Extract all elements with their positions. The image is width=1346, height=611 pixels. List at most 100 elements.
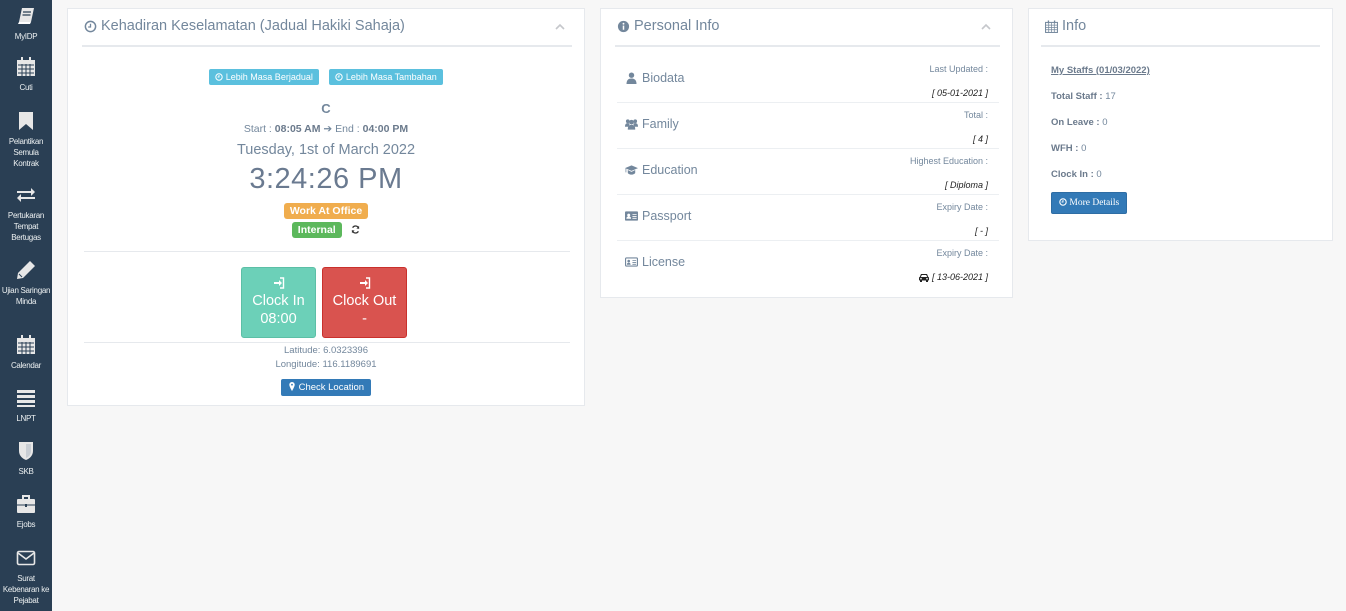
row-meta: Last Updated : — [929, 64, 988, 74]
stat-value: 0 — [1102, 117, 1108, 128]
row-value: [ 13-06-2021 ] — [918, 272, 988, 282]
sidebar-item-pertukaran[interactable]: Pertukaran Tempat Bertugas — [0, 184, 52, 243]
sidebar-item-myidp[interactable]: MyIDP — [0, 5, 52, 42]
row-value-text: [ 13-06-2021 ] — [931, 272, 988, 282]
users-icon — [625, 119, 638, 130]
stat-label: Total Staff : — [1051, 91, 1103, 102]
work-mode-row: Work At Office — [68, 201, 584, 219]
calendar-icon — [1045, 19, 1058, 33]
more-details-button[interactable]: More Details — [1051, 192, 1128, 214]
row-meta: Highest Education : — [909, 156, 988, 166]
shield-icon — [19, 442, 33, 460]
row-name: Education — [642, 163, 698, 177]
clock-out-label: Clock Out — [332, 293, 397, 309]
sidebar-item-pelantikan[interactable]: Pelantikan Semula Kontrak — [0, 110, 52, 169]
clock-icon — [84, 20, 97, 32]
sidebar-item-calendar[interactable]: Calendar — [0, 334, 52, 371]
sidebar-item-label: Ejobs — [16, 520, 36, 529]
my-staffs-link-row: My Staffs (01/03/2022) — [1051, 65, 1150, 76]
personal-info-row-family[interactable]: Family Total : [ 4 ] — [617, 103, 999, 149]
wfh: WFH : 0 — [1051, 143, 1086, 154]
row-meta: Expiry Date : — [936, 248, 988, 258]
exchange-icon — [17, 188, 35, 202]
row-name: License — [642, 255, 686, 269]
sidebar-item-skb[interactable]: SKB — [0, 440, 52, 477]
sidebar-item-surat[interactable]: Surat Kebenaran ke Pejabat — [0, 547, 52, 606]
briefcase-icon — [17, 495, 35, 513]
clock-in-time: 08:00 — [260, 311, 297, 327]
sidebar-item-label: Pertukaran Tempat Bertugas — [7, 211, 45, 242]
divider — [84, 342, 570, 343]
latitude: Latitude: 6.0323396 — [284, 345, 368, 356]
row-value-text: [ Diploma ] — [944, 180, 988, 190]
sidebar-item-ujian[interactable]: Ujian Saringan Minda — [0, 259, 52, 307]
sidebar-item-lnpt[interactable]: LNPT — [0, 387, 52, 424]
check-location-row: Check Location — [68, 377, 584, 396]
current-date: Tuesday, 1st of March 2022 — [236, 142, 416, 158]
personal-info-row-license[interactable]: License Expiry Date : [ 13-06-2021 ] — [617, 241, 999, 287]
end-time: 04:00 PM — [362, 123, 409, 135]
overtime-extra-button[interactable]: Lebih Masa Tambahan — [329, 69, 443, 85]
my-staffs-link[interactable]: My Staffs (01/03/2022) — [1051, 65, 1150, 76]
row-name: Biodata — [642, 71, 685, 85]
shift-time: Start : 08:05 AM ➔ End : 04:00 PM — [68, 123, 584, 135]
overtime-buttons: Lebih Masa Berjadual Lebih Masa Tambahan — [68, 67, 584, 85]
stat-label: On Leave : — [1051, 117, 1100, 128]
divider — [84, 251, 570, 252]
sidebar-item-label: LNPT — [16, 414, 36, 423]
personal-info-row-biodata[interactable]: Biodata Last Updated : [ 05-01-2021 ] — [617, 57, 999, 103]
personal-info-row-passport[interactable]: Passport Expiry Date : [ - ] — [617, 195, 999, 241]
row-title: Education — [625, 163, 698, 177]
row-name: Family — [642, 117, 679, 131]
id-card-outline-icon — [625, 257, 638, 267]
longitude: Longitude: 116.1189691 — [275, 359, 377, 370]
car-icon — [918, 273, 929, 282]
calendar-icon — [17, 335, 35, 354]
shift-code: C — [321, 101, 331, 116]
button-label: Lebih Masa Berjadual — [225, 72, 313, 82]
work-mode-badge: Work At Office — [283, 203, 369, 219]
clock-icon — [1059, 198, 1067, 206]
refresh-icon[interactable] — [351, 225, 360, 234]
clock-icon — [215, 73, 223, 81]
graduation-cap-icon — [625, 165, 638, 175]
sidebar-item-label: Cuti — [19, 83, 33, 92]
button-label: Lebih Masa Tambahan — [345, 72, 437, 82]
calendar-icon — [17, 57, 35, 76]
sidebar: MyIDP Cuti Pelantikan Semula Kontrak Per… — [0, 0, 52, 611]
sidebar-item-ejobs[interactable]: Ejobs — [0, 493, 52, 530]
check-location-button[interactable]: Check Location — [280, 379, 372, 396]
clock-in-label: Clock In — [252, 293, 305, 309]
book-icon — [18, 8, 34, 24]
panel-title-text: Info — [1062, 18, 1087, 34]
sidebar-item-label: Ujian Saringan Minda — [1, 286, 51, 306]
sidebar-item-label: Calendar — [10, 361, 42, 370]
sidebar-item-label: SKB — [18, 467, 34, 476]
start-time: 08:05 AM — [274, 123, 321, 135]
clock-in-button[interactable]: Clock In 08:00 — [241, 267, 316, 338]
divider — [82, 45, 572, 47]
row-value: [ 05-01-2021 ] — [932, 88, 988, 98]
panel-title: Personal Info — [617, 18, 719, 34]
info-panel: Info My Staffs (01/03/2022) Total Staff … — [1028, 8, 1333, 241]
start-label: Start : — [243, 123, 272, 135]
bookmark-icon — [19, 112, 33, 130]
stat-value: 0 — [1096, 169, 1102, 180]
row-meta: Expiry Date : — [936, 202, 988, 212]
sign-in-icon — [273, 277, 284, 289]
collapse-chevron-icon[interactable] — [554, 23, 566, 31]
total-staff: Total Staff : 17 — [1051, 91, 1116, 102]
row-value: [ - ] — [975, 226, 988, 236]
clock-out-button[interactable]: Clock Out - — [322, 267, 407, 338]
row-name: Passport — [642, 209, 692, 223]
personal-info-row-education[interactable]: Education Highest Education : [ Diploma … — [617, 149, 999, 195]
info-circle-icon — [617, 20, 630, 32]
collapse-chevron-icon[interactable] — [980, 23, 992, 31]
sidebar-item-cuti[interactable]: Cuti — [0, 56, 52, 93]
sidebar-item-label: Pelantikan Semula Kontrak — [8, 137, 44, 168]
overtime-scheduled-button[interactable]: Lebih Masa Berjadual — [209, 69, 319, 85]
panel-title: Info — [1045, 18, 1086, 34]
divider — [1041, 45, 1320, 47]
network-badge: Internal — [291, 222, 342, 238]
row-value: [ 4 ] — [973, 134, 988, 144]
